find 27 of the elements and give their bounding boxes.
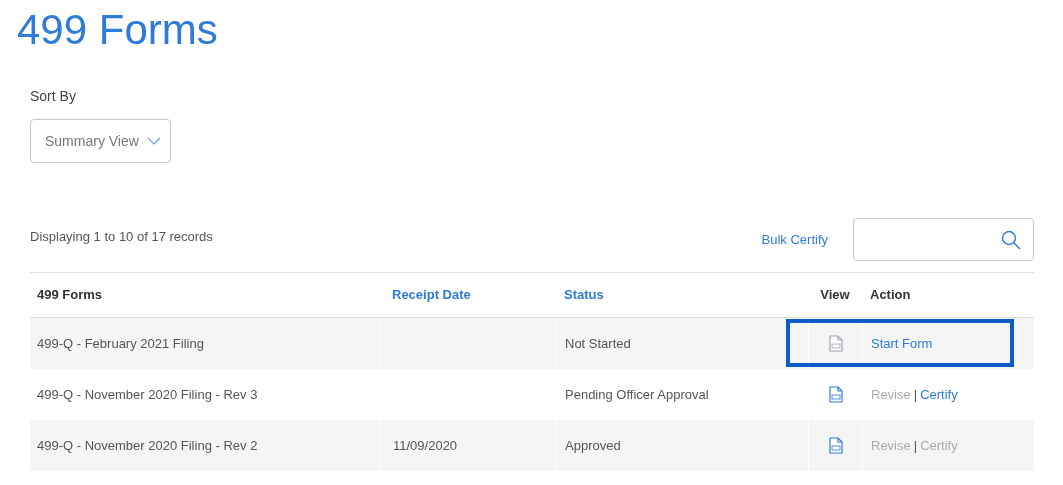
pdf-file-icon[interactable] bbox=[828, 335, 843, 352]
page-title: 499 Forms bbox=[17, 5, 218, 55]
table-cell-text: Not Started bbox=[565, 334, 631, 353]
table-cell-text: Pending Officer Approval bbox=[565, 385, 709, 404]
column-header: View bbox=[820, 286, 850, 305]
column-header[interactable]: Status bbox=[564, 285, 604, 305]
table-cell-text: Approved bbox=[565, 436, 621, 455]
separator: | bbox=[913, 385, 918, 404]
table-cell-text: 499-Q - February 2021 Filing bbox=[37, 334, 204, 353]
table-cell-text: 11/09/2020 bbox=[393, 436, 458, 455]
pdf-file-icon[interactable] bbox=[828, 437, 843, 454]
separator: | bbox=[913, 436, 918, 455]
column-header: Action bbox=[870, 286, 911, 305]
action-link[interactable]: Start Form bbox=[871, 333, 933, 354]
action-link[interactable]: Certify bbox=[920, 384, 958, 405]
sort-label: Sort By bbox=[30, 87, 77, 105]
column-header: 499 Forms bbox=[37, 286, 103, 305]
chevron-down-icon bbox=[146, 137, 161, 145]
sort-dropdown[interactable]: Summary View bbox=[30, 119, 171, 163]
bulk-certify-link[interactable]: Bulk Certify bbox=[761, 230, 828, 250]
table-cell-text: 499-Q - November 2020 Filing - Rev 3 bbox=[37, 385, 258, 404]
search-field[interactable] bbox=[853, 218, 1034, 261]
records-count: Displaying 1 to 10 of 17 records bbox=[30, 228, 213, 246]
pdf-file-icon[interactable] bbox=[828, 386, 843, 403]
table-cell-text: 499-Q - November 2020 Filing - Rev 2 bbox=[37, 436, 258, 455]
column-header[interactable]: Receipt Date bbox=[392, 285, 471, 305]
search-icon bbox=[1001, 229, 1021, 250]
